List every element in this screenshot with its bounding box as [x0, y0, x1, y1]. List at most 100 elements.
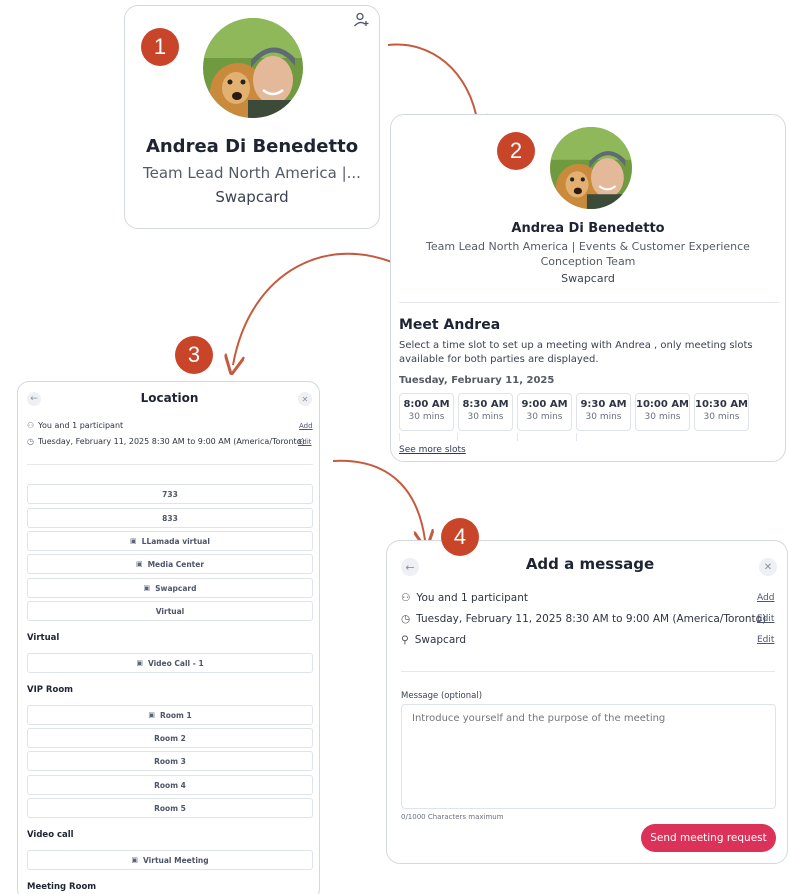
section-heading: Meeting Room [27, 882, 97, 892]
time-slot[interactable]: 9:00 AM 30 mins [517, 393, 572, 431]
edit-datetime-link[interactable]: Edit [298, 438, 312, 446]
location-option[interactable]: Room 4 [27, 775, 313, 795]
section-heading: VIP Room [27, 685, 74, 695]
location-option[interactable]: Room 3 [27, 751, 313, 771]
location-option[interactable]: ▣ Swapcard [27, 578, 313, 598]
option-label: 733 [162, 489, 178, 499]
add-participant-link[interactable]: Add [299, 422, 313, 430]
divider [399, 302, 779, 303]
profile-detail-company: Swapcard [561, 272, 615, 285]
time-slot[interactable]: 8:30 AM 30 mins [458, 393, 513, 431]
video-icon: ▣ [148, 711, 155, 719]
profile-card-company: Swapcard [215, 188, 289, 206]
profile-detail-panel: Andrea Di Benedetto Team Lead North Amer… [390, 114, 786, 462]
arrow-1-to-2 [387, 43, 478, 125]
location-option[interactable]: Virtual [27, 601, 313, 621]
option-label: Room 3 [154, 756, 186, 766]
see-more-slots-link[interactable]: See more slots [399, 445, 466, 455]
datetime-text: Tuesday, February 11, 2025 8:30 AM to 9:… [37, 437, 305, 446]
participants-row: ⚇ You and 1 participant [401, 592, 528, 604]
profile-card-title: Team Lead North America |... [143, 164, 361, 182]
add-participant-link[interactable]: Add [757, 593, 774, 603]
close-icon[interactable]: ✕ [759, 558, 777, 576]
section-heading: Video call [27, 830, 74, 840]
location-pin-icon: ⚲ [401, 634, 409, 646]
meet-description: Select a time slot to set up a meeting w… [399, 340, 753, 365]
step-badge-1: 1 [141, 28, 179, 66]
time-slot[interactable]: 8:00 AM 30 mins [399, 393, 454, 431]
option-label: Virtual Meeting [143, 855, 209, 865]
people-icon: ⚇ [401, 592, 411, 604]
profile-detail-title: Team Lead North America | Events & Custo… [426, 240, 750, 268]
location-option[interactable]: 833 [27, 508, 313, 528]
slot-duration: 30 mins [408, 412, 445, 422]
location-row: ⚲ Swapcard [401, 634, 466, 646]
location-option[interactable]: ▣ LLamada virtual [27, 531, 313, 551]
edit-location-link[interactable]: Edit [757, 635, 774, 645]
arrow-2-to-3 [233, 252, 406, 365]
time-slot[interactable]: 10:30 AM 30 mins [694, 393, 749, 431]
option-label: 833 [162, 513, 178, 523]
option-label: LLamada virtual [141, 536, 210, 546]
step-badge-2: 2 [497, 132, 535, 170]
location-option[interactable]: ▣ Room 1 [27, 705, 313, 725]
location-option[interactable]: ▣ Virtual Meeting [27, 850, 313, 870]
slot-time: 8:30 AM [462, 399, 509, 410]
arrow-3-to-4 [332, 459, 425, 540]
video-icon: ▣ [135, 560, 143, 568]
location-option[interactable]: ▣ Video Call - 1 [27, 653, 313, 673]
option-label: Media Center [147, 559, 205, 569]
slots-date: Tuesday, February 11, 2025 [399, 375, 555, 386]
video-icon: ▣ [136, 659, 143, 667]
message-input[interactable] [401, 704, 776, 809]
location-dialog: ← Location ✕ ⚇ You and 1 participant Add … [17, 381, 320, 894]
divider [401, 671, 775, 672]
time-slots: 8:00 AM 30 mins 8:30 AM 30 mins 9:00 AM 30 … [399, 393, 749, 431]
location-option[interactable]: Room 2 [27, 728, 313, 748]
slot-duration: 30 mins [467, 412, 504, 422]
slot-time: 9:00 AM [521, 399, 568, 410]
add-contact-icon[interactable] [353, 12, 369, 28]
clock-icon: ◷ [401, 613, 411, 625]
video-icon: ▣ [143, 584, 151, 592]
divider [27, 464, 313, 465]
slot-time: 8:00 AM [403, 399, 450, 410]
option-label: Swapcard [155, 583, 197, 593]
slot-duration: 30 mins [585, 412, 622, 422]
option-label: Virtual [155, 606, 185, 616]
edit-datetime-link[interactable]: Edit [757, 614, 774, 624]
close-icon[interactable]: ✕ [298, 392, 312, 406]
meet-heading: Meet Andrea [399, 317, 501, 333]
profile-avatar [203, 18, 303, 118]
slot-duration: 30 mins [526, 412, 563, 422]
time-slot[interactable]: 10:00 AM 30 mins [635, 393, 690, 431]
slot-time: 10:30 AM [695, 399, 749, 410]
datetime-text: Tuesday, February 11, 2025 8:30 AM to 9:… [416, 613, 767, 625]
video-icon: ▣ [130, 537, 137, 545]
profile-detail-avatar [550, 127, 632, 209]
participants-row: ⚇ You and 1 participant [27, 421, 123, 430]
location-option[interactable]: 733 [27, 484, 313, 504]
slot-duration: 30 mins [644, 412, 681, 422]
step-badge-4: 4 [441, 518, 479, 556]
time-slot[interactable]: 9:30 AM 30 mins [576, 393, 631, 431]
option-label: Room 5 [154, 803, 186, 813]
video-icon: ▣ [131, 856, 138, 864]
participants-text: You and 1 participant [416, 592, 528, 604]
participants-text: You and 1 participant [38, 421, 124, 430]
location-option[interactable]: Room 5 [27, 798, 313, 818]
slot-time: 10:00 AM [636, 399, 690, 410]
slot-duration: 30 mins [703, 412, 740, 422]
profile-detail-name: Andrea Di Benedetto [511, 221, 665, 236]
add-message-dialog: ← Add a message ✕ ⚇ You and 1 participant… [386, 540, 788, 864]
option-label: Room 1 [159, 710, 192, 720]
option-label: Room 2 [154, 733, 186, 743]
dialog-title: Location [140, 391, 199, 405]
location-option[interactable]: ▣ Media Center [27, 554, 313, 574]
send-meeting-request-button[interactable]: Send meeting request [641, 824, 776, 852]
datetime-row: ◷ Tuesday, February 11, 2025 8:30 AM to 9… [27, 437, 305, 446]
step-badge-3: 3 [175, 336, 213, 374]
character-counter: 0/1000 Characters maximum [401, 813, 504, 821]
clock-icon: ◷ [27, 437, 34, 446]
profile-card-name: Andrea Di Benedetto [145, 136, 359, 157]
